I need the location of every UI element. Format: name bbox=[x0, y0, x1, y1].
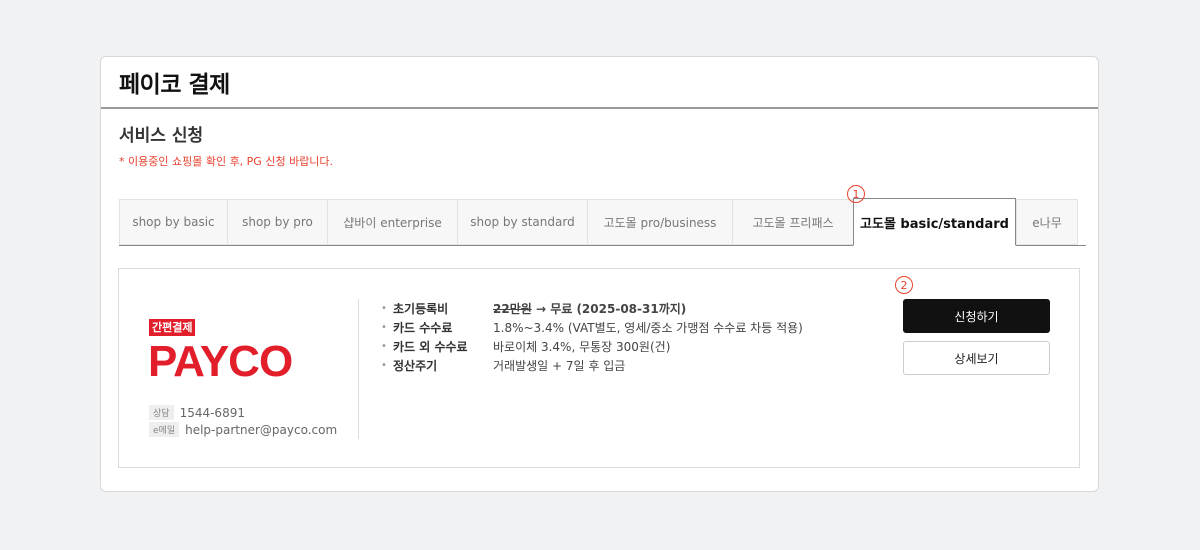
tab-shop-by-pro[interactable]: shop by pro bbox=[227, 199, 327, 245]
info-row-registration-fee: • 초기등록비 22만원 → 무료 (2025-08-31까지) bbox=[381, 299, 803, 318]
bullet-icon: • bbox=[381, 360, 387, 371]
tab-shopby-enterprise[interactable]: 샵바이 enterprise bbox=[327, 199, 457, 245]
marker-two: 2 bbox=[895, 276, 913, 294]
apply-button[interactable]: 신청하기 bbox=[903, 299, 1050, 333]
bullet-icon: • bbox=[381, 303, 387, 314]
info-value: 바로이체 3.4%, 무통장 300원(건) bbox=[493, 340, 671, 354]
page-title: 페이코 결제 bbox=[101, 57, 1098, 109]
provider-panel: 간편결제 PAYCO 상담 1544-6891 e메일 help-partner… bbox=[118, 268, 1080, 468]
info-row-settlement: • 정산주기 거래발생일 + 7일 후 입금 bbox=[381, 356, 803, 375]
details-button[interactable]: 상세보기 bbox=[903, 341, 1050, 375]
discount-price: → 무료 (2025-08-31까지) bbox=[531, 302, 687, 316]
easy-pay-badge: 간편결제 bbox=[149, 319, 196, 336]
info-list: • 초기등록비 22만원 → 무료 (2025-08-31까지) • 카드 수수… bbox=[381, 299, 803, 375]
email-row: e메일 help-partner@payco.com bbox=[149, 422, 337, 437]
tab-godomall-freepass[interactable]: 고도몰 프리패스 bbox=[732, 199, 853, 245]
info-label: 카드 수수료 bbox=[393, 321, 453, 335]
tab-shop-by-basic[interactable]: shop by basic bbox=[119, 199, 227, 245]
marker-one: 1 bbox=[847, 185, 865, 203]
email-tag: e메일 bbox=[149, 422, 180, 437]
section-title: 서비스 신청 bbox=[119, 126, 204, 146]
tab-enamu[interactable]: e나무 bbox=[1016, 199, 1078, 245]
info-row-noncard-fee: • 카드 외 수수료 바로이체 3.4%, 무통장 300원(건) bbox=[381, 337, 803, 356]
tab-godomall-pro-business[interactable]: 고도몰 pro/business bbox=[587, 199, 732, 245]
phone-row: 상담 1544-6891 bbox=[149, 405, 245, 420]
original-price: 22만원 bbox=[493, 302, 532, 316]
phone-tag: 상담 bbox=[149, 405, 174, 420]
info-value: 거래발생일 + 7일 후 입금 bbox=[493, 359, 626, 373]
bullet-icon: • bbox=[381, 322, 387, 333]
phone-number: 1544-6891 bbox=[179, 405, 245, 420]
info-label: 정산주기 bbox=[393, 359, 438, 373]
tab-godomall-basic-standard[interactable]: 고도몰 basic/standard bbox=[853, 198, 1016, 246]
tab-shop-by-standard[interactable]: shop by standard bbox=[457, 199, 587, 245]
tab-bar: shop by basic shop by pro 샵바이 enterprise… bbox=[119, 198, 1086, 246]
notice-text: * 이용중인 쇼핑몰 확인 후, PG 신청 바랍니다. bbox=[119, 155, 334, 168]
info-value: 1.8%~3.4% (VAT별도, 영세/중소 가맹점 수수료 차등 적용) bbox=[493, 321, 803, 335]
info-label: 초기등록비 bbox=[393, 302, 449, 316]
bullet-icon: • bbox=[381, 341, 387, 352]
divider bbox=[358, 299, 359, 439]
info-row-card-fee: • 카드 수수료 1.8%~3.4% (VAT별도, 영세/중소 가맹점 수수료… bbox=[381, 318, 803, 337]
payco-card: 페이코 결제 서비스 신청 * 이용중인 쇼핑몰 확인 후, PG 신청 바랍니… bbox=[100, 56, 1099, 492]
email-address: help-partner@payco.com bbox=[185, 422, 338, 437]
info-value: 22만원 → 무료 (2025-08-31까지) bbox=[493, 300, 686, 317]
payco-logo: PAYCO bbox=[148, 337, 293, 386]
info-label: 카드 외 수수료 bbox=[393, 340, 468, 354]
